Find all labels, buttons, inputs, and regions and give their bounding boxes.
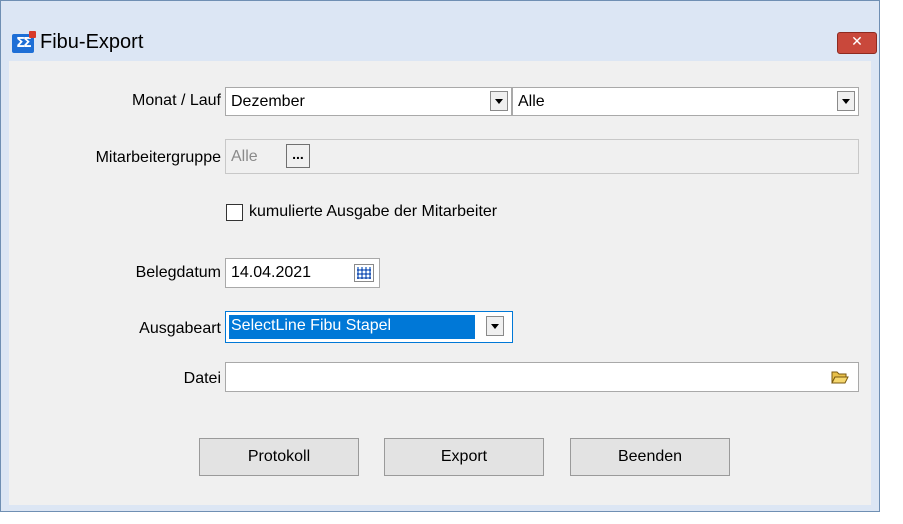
belegdatum-label: Belegdatum: [135, 264, 221, 281]
browse-button[interactable]: ...: [286, 144, 310, 168]
belegdatum-value: 14.04.2021: [231, 264, 312, 281]
run-select[interactable]: Alle: [512, 87, 859, 116]
folder-open-icon[interactable]: [831, 369, 849, 385]
monat-lauf-label: Monat / Lauf: [132, 92, 221, 109]
export-button-label: Export: [440, 448, 488, 465]
mitarbeitergruppe-value: Alle: [231, 148, 258, 165]
dialog-body: Monat / Lauf Dezember Alle Mitarbeitergr…: [9, 61, 871, 505]
datei-label: Datei: [183, 370, 221, 387]
beenden-button[interactable]: Beenden: [570, 438, 730, 476]
chevron-down-icon[interactable]: [490, 91, 508, 111]
beenden-button-label: Beenden: [617, 448, 683, 465]
month-select[interactable]: Dezember: [225, 87, 512, 116]
run-select-value: Alle: [518, 93, 545, 110]
mitarbeitergruppe-label: Mitarbeitergruppe: [95, 149, 221, 166]
title-bar[interactable]: ΣΣ Fibu-Export ✕: [1, 1, 879, 61]
protokoll-button-label: Protokoll: [247, 448, 311, 465]
close-button[interactable]: ✕: [837, 32, 877, 54]
app-sigma-icon: ΣΣ: [12, 31, 36, 53]
ausgabeart-value: SelectLine Fibu Stapel: [231, 317, 392, 334]
ausgabeart-label: Ausgabeart: [139, 320, 221, 337]
chevron-down-icon[interactable]: [486, 316, 504, 336]
kumuliert-checkbox[interactable]: [226, 204, 243, 221]
month-select-value: Dezember: [231, 93, 305, 110]
mitarbeitergruppe-field: Alle ...: [225, 139, 859, 174]
export-button[interactable]: Export: [384, 438, 544, 476]
close-icon: ✕: [851, 34, 863, 50]
protokoll-button[interactable]: Protokoll: [199, 438, 359, 476]
datei-input[interactable]: [225, 362, 859, 392]
calendar-icon[interactable]: [354, 264, 374, 282]
ausgabeart-select[interactable]: SelectLine Fibu Stapel: [225, 311, 513, 343]
window-title: Fibu-Export: [40, 31, 144, 53]
chevron-down-icon[interactable]: [837, 91, 855, 111]
kumuliert-label[interactable]: kumulierte Ausgabe der Mitarbeiter: [249, 203, 497, 221]
belegdatum-field[interactable]: 14.04.2021: [225, 258, 380, 288]
fibu-export-window: ΣΣ Fibu-Export ✕ Monat / Lauf Dezember A…: [0, 0, 880, 512]
